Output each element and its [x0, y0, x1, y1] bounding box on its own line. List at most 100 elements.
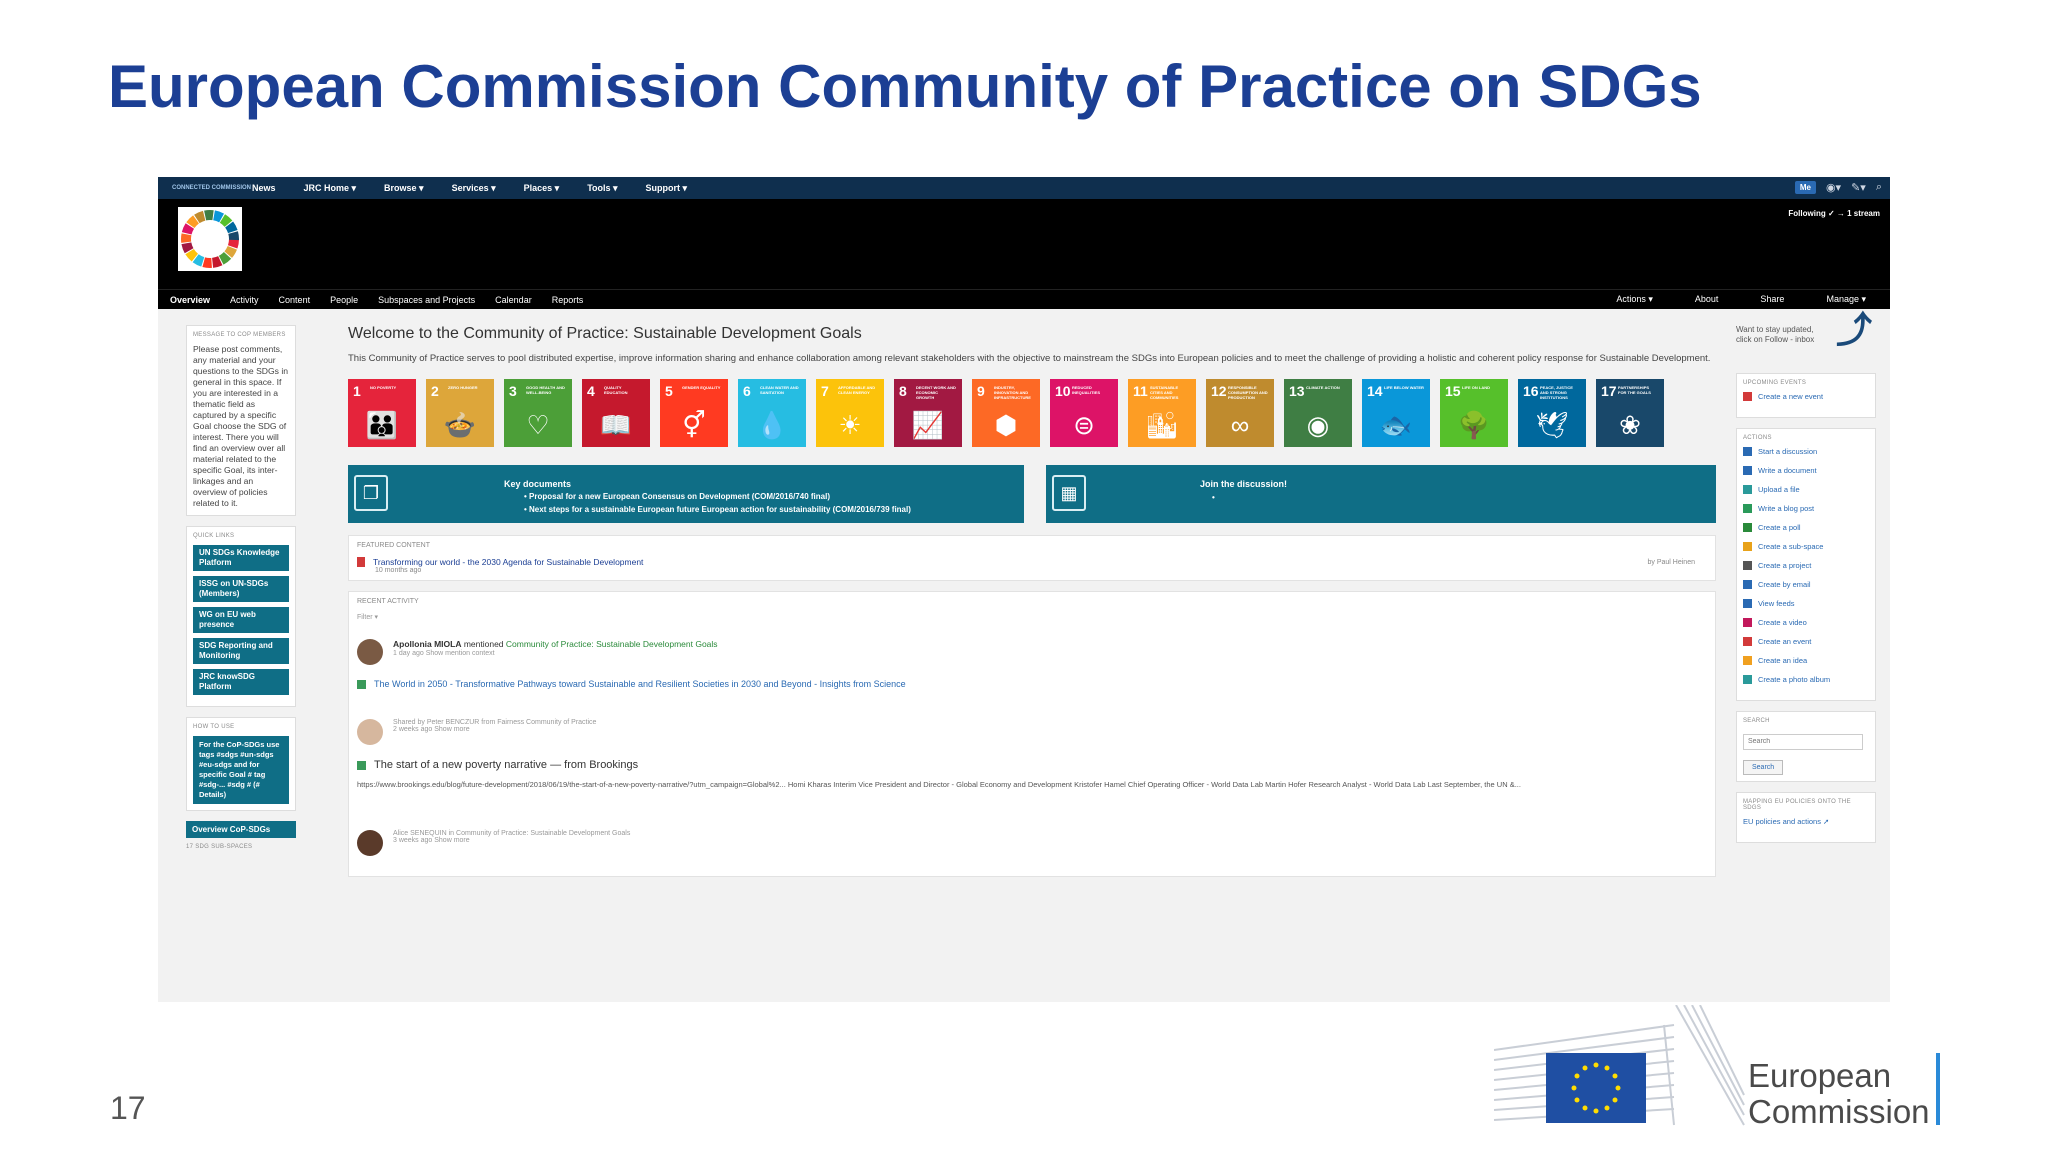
- avatar[interactable]: [357, 639, 383, 665]
- sdg-tile-1[interactable]: 1 NO POVERTY 👪: [348, 379, 416, 447]
- search-button[interactable]: Search: [1743, 759, 1784, 775]
- sdg-tile-6[interactable]: 6 CLEAN WATER AND SANITATION 💧: [738, 379, 806, 447]
- search-input[interactable]: [1743, 733, 1863, 750]
- filter-dropdown[interactable]: Filter ▾: [357, 613, 1707, 621]
- sdg-tile-11[interactable]: 11 SUSTAINABLE CITIES AND COMMUNITIES 🏙: [1128, 379, 1196, 447]
- create-event-label[interactable]: Create a new event: [1758, 392, 1823, 401]
- following-button[interactable]: Following ✓ → 1 stream: [1788, 209, 1880, 218]
- action-link[interactable]: Write a blog post: [1743, 504, 1869, 513]
- activity-author[interactable]: Apollonia MIOLA: [393, 639, 461, 649]
- sdg-tile-10[interactable]: 10 REDUCED INEQUALITIES ⊜: [1050, 379, 1118, 447]
- avatar[interactable]: [357, 719, 383, 745]
- action-label[interactable]: Upload a file: [1758, 485, 1800, 494]
- featured-title[interactable]: Transforming our world - the 2030 Agenda…: [373, 557, 643, 567]
- sdg-tile-7[interactable]: 7 AFFORDABLE AND CLEAN ENERGY ☀: [816, 379, 884, 447]
- join-bullet: •: [1212, 493, 1215, 502]
- action-link[interactable]: Create an event: [1743, 637, 1869, 646]
- nav-tools[interactable]: Tools ▾: [587, 183, 617, 194]
- sdg-tile-16[interactable]: 16 PEACE, JUSTICE AND STRONG INSTITUTIONS…: [1518, 379, 1586, 447]
- sdg-tile-2[interactable]: 2 ZERO HUNGER 🍲: [426, 379, 494, 447]
- nav-browse[interactable]: Browse ▾: [384, 183, 424, 194]
- actions-menu[interactable]: Actions ▾: [1616, 294, 1653, 305]
- action-label[interactable]: Write a document: [1758, 466, 1817, 475]
- pencil-icon[interactable]: ✎▾: [1851, 181, 1866, 194]
- quick-link-wg-eu-web[interactable]: WG on EU web presence: [193, 607, 289, 633]
- action-link[interactable]: Create by email: [1743, 580, 1869, 589]
- sdg-tile-5[interactable]: 5 GENDER EQUALITY ⚥: [660, 379, 728, 447]
- action-label[interactable]: View feeds: [1758, 599, 1795, 608]
- action-link[interactable]: View feeds: [1743, 599, 1869, 608]
- action-label[interactable]: Create a photo album: [1758, 675, 1830, 684]
- action-link[interactable]: Create a poll: [1743, 523, 1869, 532]
- activity-document-link[interactable]: The World in 2050 - Transformative Pathw…: [357, 679, 1707, 689]
- tab-people[interactable]: People: [330, 295, 358, 305]
- activity-author-line: Alice SENEQUIN in Community of Practice:…: [393, 830, 631, 837]
- tab-activity[interactable]: Activity: [230, 295, 259, 305]
- action-label[interactable]: Create a project: [1758, 561, 1811, 570]
- action-link[interactable]: Create a photo album: [1743, 675, 1869, 684]
- mapping-link[interactable]: EU policies and actions ➚: [1743, 817, 1869, 826]
- quick-link-un-sdgs[interactable]: UN SDGs Knowledge Platform: [193, 545, 289, 571]
- action-label[interactable]: Create a sub-space: [1758, 542, 1823, 551]
- featured-item[interactable]: Transforming our world - the 2030 Agenda…: [357, 557, 1707, 567]
- overview-cop-button[interactable]: Overview CoP-SDGs: [186, 821, 296, 838]
- about-link[interactable]: About: [1695, 294, 1719, 305]
- nav-jrc-home[interactable]: JRC Home ▾: [304, 183, 357, 194]
- activity-place-link[interactable]: Community of Practice: Sustainable Devel…: [506, 639, 718, 649]
- me-button[interactable]: Me: [1794, 181, 1816, 194]
- action-label[interactable]: Create an event: [1758, 637, 1811, 646]
- tab-overview[interactable]: Overview: [170, 295, 210, 305]
- sdg-tile-13[interactable]: 13 CLIMATE ACTION ◉: [1284, 379, 1352, 447]
- activity-headline[interactable]: The start of a new poverty narrative — f…: [357, 759, 1707, 771]
- sdg-tile-17[interactable]: 17 PARTNERSHIPS FOR THE GOALS ❀: [1596, 379, 1664, 447]
- action-link[interactable]: Create a project: [1743, 561, 1869, 570]
- action-label[interactable]: Create an idea: [1758, 656, 1807, 665]
- activity-headline-text[interactable]: The start of a new poverty narrative — f…: [374, 759, 638, 771]
- quick-link-reporting[interactable]: SDG Reporting and Monitoring: [193, 638, 289, 664]
- nav-places[interactable]: Places ▾: [524, 183, 560, 194]
- sdg-tile-9[interactable]: 9 INDUSTRY, INNOVATION AND INFRASTRUCTURE…: [972, 379, 1040, 447]
- action-label[interactable]: Create a video: [1758, 618, 1807, 627]
- sdg-label: INDUSTRY, INNOVATION AND INFRASTRUCTURE: [994, 385, 1031, 400]
- join-discussion-banner[interactable]: ▦ Join the discussion! •: [1046, 465, 1716, 523]
- key-doc-1[interactable]: • Proposal for a new European Consensus …: [524, 492, 830, 501]
- action-label[interactable]: Create by email: [1758, 580, 1811, 589]
- join-discussion-title: Join the discussion!: [1200, 479, 1288, 489]
- sdg-tile-8[interactable]: 8 DECENT WORK AND ECONOMIC GROWTH 📈: [894, 379, 962, 447]
- action-link[interactable]: Create a sub-space: [1743, 542, 1869, 551]
- share-link[interactable]: Share: [1760, 294, 1784, 305]
- key-doc-2[interactable]: • Next steps for a sustainable European …: [524, 505, 911, 514]
- quick-link-issg[interactable]: ISSG on UN-SDGs (Members): [193, 576, 289, 602]
- action-link[interactable]: Create an idea: [1743, 656, 1869, 665]
- nav-news[interactable]: News: [252, 183, 276, 193]
- action-label[interactable]: Create a poll: [1758, 523, 1801, 532]
- action-link[interactable]: Start a discussion: [1743, 447, 1869, 456]
- sdg-tile-3[interactable]: 3 GOOD HEALTH AND WELL-BEING ♡: [504, 379, 572, 447]
- action-label[interactable]: Write a blog post: [1758, 504, 1814, 513]
- tab-content[interactable]: Content: [279, 295, 311, 305]
- brand-logo[interactable]: CONNECTED COMMISSION: [172, 185, 252, 192]
- avatar-menu-icon[interactable]: ◉▾: [1826, 181, 1841, 194]
- featured-author[interactable]: by Paul Heinen: [1648, 559, 1695, 566]
- sdg-tile-15[interactable]: 15 LIFE ON LAND 🌳: [1440, 379, 1508, 447]
- tab-calendar[interactable]: Calendar: [495, 295, 532, 305]
- sdg-tile-14[interactable]: 14 LIFE BELOW WATER 🐟: [1362, 379, 1430, 447]
- sdg-tile-12[interactable]: 12 RESPONSIBLE CONSUMPTION AND PRODUCTION…: [1206, 379, 1274, 447]
- action-label[interactable]: Start a discussion: [1758, 447, 1817, 456]
- action-link[interactable]: Create a video: [1743, 618, 1869, 627]
- action-link[interactable]: Write a document: [1743, 466, 1869, 475]
- search-icon[interactable]: ⌕: [1876, 181, 1882, 194]
- tab-subspaces[interactable]: Subspaces and Projects: [378, 295, 475, 305]
- tab-reports[interactable]: Reports: [552, 295, 584, 305]
- nav-services[interactable]: Services ▾: [452, 183, 496, 194]
- create-event-link[interactable]: Create a new event: [1743, 392, 1869, 401]
- avatar[interactable]: [357, 830, 383, 856]
- quick-link-knowsdg[interactable]: JRC knowSDG Platform: [193, 669, 289, 695]
- activity-document-title[interactable]: The World in 2050 - Transformative Pathw…: [374, 679, 906, 689]
- sdg-tile-4[interactable]: 4 QUALITY EDUCATION 📖: [582, 379, 650, 447]
- action-link[interactable]: Upload a file: [1743, 485, 1869, 494]
- manage-menu[interactable]: Manage ▾: [1826, 294, 1866, 305]
- nav-support[interactable]: Support ▾: [646, 183, 688, 194]
- european-commission-wordmark: European Commission: [1748, 1058, 1930, 1130]
- key-documents-banner[interactable]: ❐ Key documents • Proposal for a new Eur…: [348, 465, 1024, 523]
